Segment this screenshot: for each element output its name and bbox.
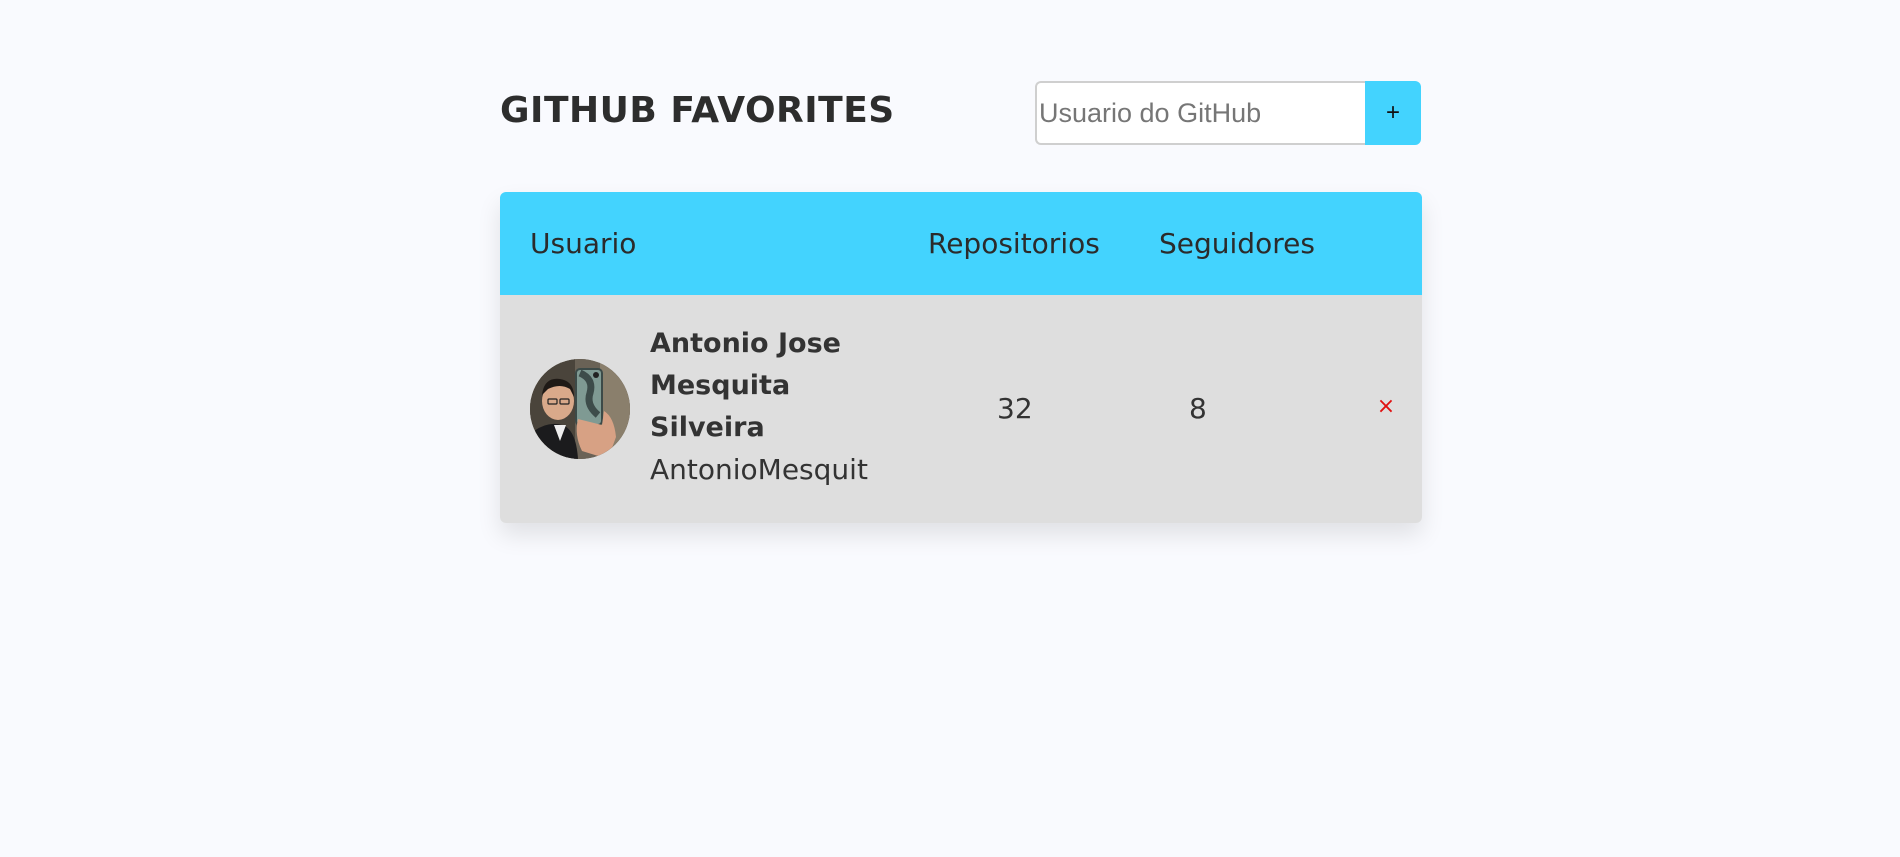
column-header-repositories: Repositorios — [928, 227, 1100, 260]
followers-count: 8 — [1189, 392, 1207, 425]
repositories-count: 32 — [997, 392, 1033, 425]
column-header-user: Usuario — [530, 227, 637, 260]
page-title: GITHUB FAVORITES — [500, 90, 895, 131]
column-header-followers: Seguidores — [1159, 227, 1315, 260]
user-login: AntonioMesquit — [650, 453, 868, 486]
user-name: Antonio Jose Mesquita Silveira — [650, 328, 841, 443]
user-avatar-photo-icon — [530, 359, 630, 459]
table-header: Usuario Repositorios Seguidores — [500, 192, 1422, 295]
header: GITHUB FAVORITES + — [500, 0, 1422, 192]
table-row: Antonio Jose Mesquita Silveira AntonioMe… — [500, 295, 1422, 523]
user-info: Antonio Jose Mesquita Silveira AntonioMe… — [650, 323, 880, 491]
remove-favorite-button[interactable]: × — [1374, 392, 1398, 422]
github-user-input[interactable] — [1035, 81, 1365, 145]
search-form: + — [1035, 81, 1421, 145]
add-favorite-button[interactable]: + — [1365, 81, 1421, 145]
favorites-table: Usuario Repositorios Seguidores Antonio … — [500, 192, 1422, 523]
app-container: GITHUB FAVORITES + Usuario Repositorios … — [500, 0, 1422, 523]
avatar — [530, 359, 630, 459]
